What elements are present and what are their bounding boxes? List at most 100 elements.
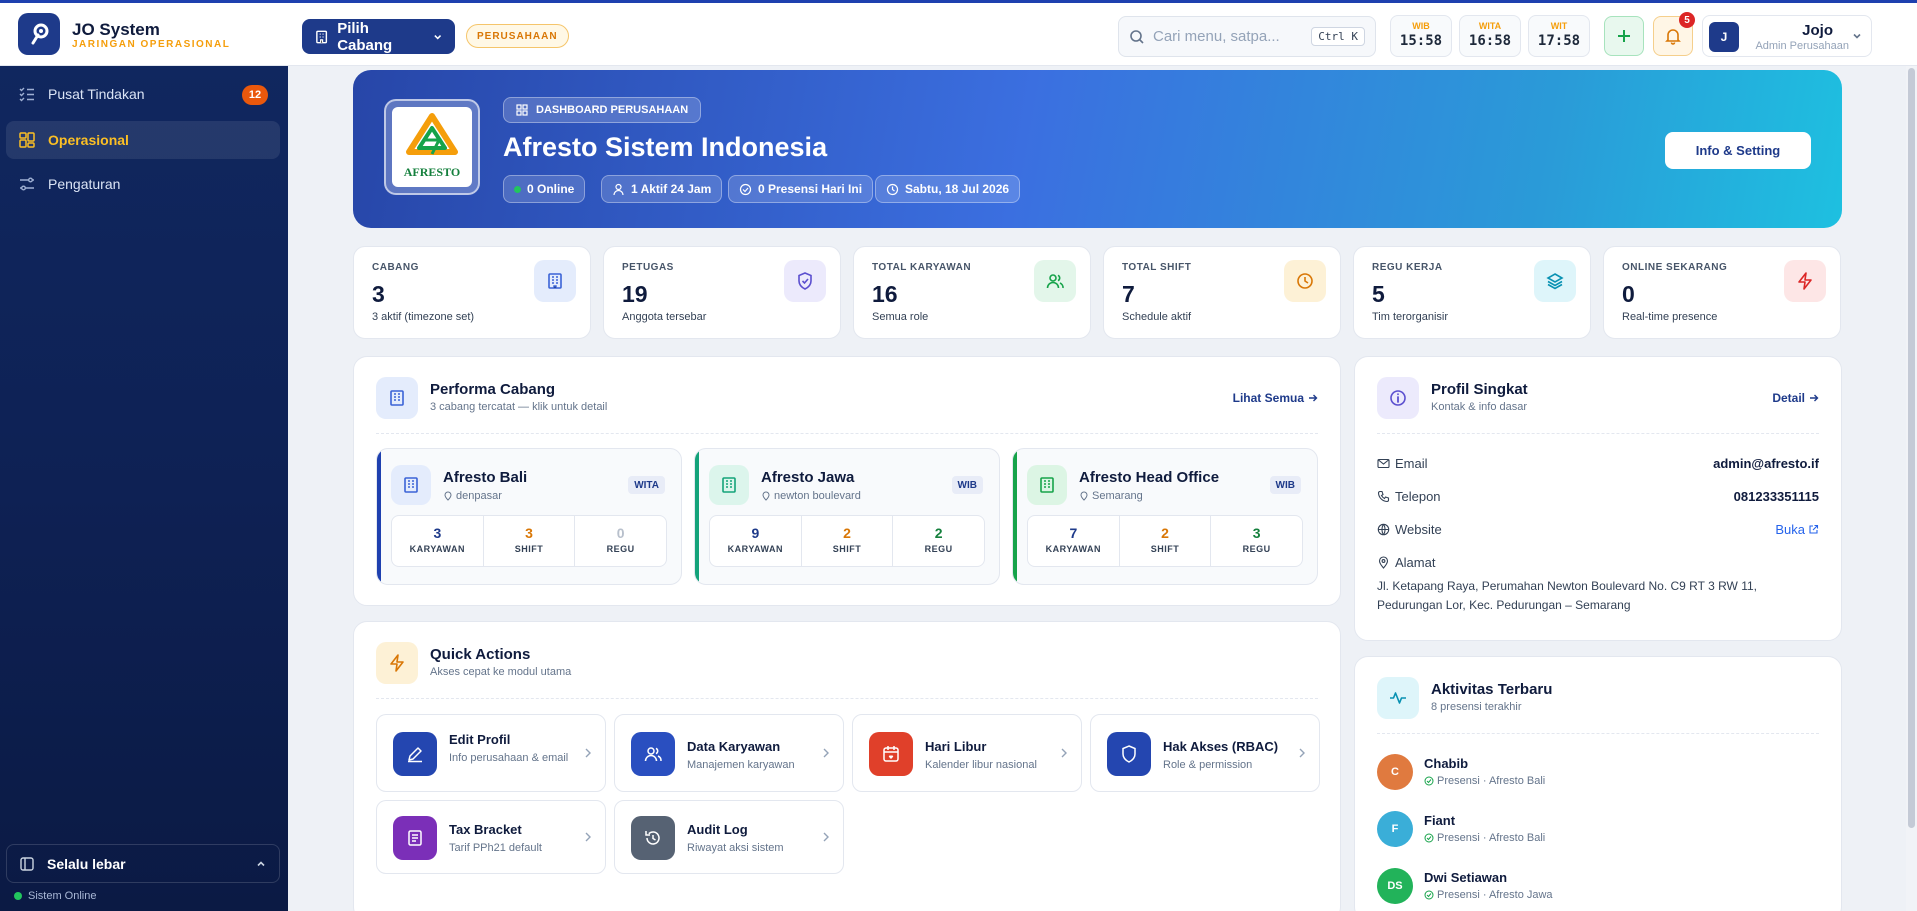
metric-value: 0 (616, 525, 625, 541)
branch-card[interactable]: Afresto Bali denpasar WITA 3 KARYAWAN 3 SH… (376, 448, 682, 585)
search-box[interactable]: Cari menu, satpa... Ctrl K (1118, 16, 1376, 57)
stat-card-shift[interactable]: TOTAL SHIFT 7 Schedule aktif (1103, 246, 1341, 339)
avatar: J (1709, 22, 1739, 52)
quick-action-title: Edit Profil (449, 732, 511, 747)
branch-location-text: newton boulevard (774, 490, 861, 502)
quick-action-data-karyawan[interactable]: Data Karyawan Manajemen karyawan (614, 714, 844, 792)
quick-action-tax-bracket[interactable]: Tax Bracket Tarif PPh21 default (376, 800, 606, 874)
user-menu[interactable]: J Jojo Admin Perusahaan (1702, 15, 1872, 57)
metric-shift: 3 SHIFT (484, 516, 576, 566)
profile-row-email: Email admin@afresto.if (1377, 453, 1819, 473)
sidebar-item-pengaturan[interactable]: Pengaturan (6, 165, 280, 203)
stat-label: PETUGAS (622, 262, 674, 273)
select-branch-button[interactable]: Pilih Cabang (302, 19, 455, 54)
building-icon (1027, 465, 1067, 505)
stat-sub: Anggota tersebar (622, 311, 707, 323)
sidebar-panel-icon (20, 856, 34, 871)
building-icon (709, 465, 749, 505)
activity-item[interactable]: DS Dwi Setiawan Presensi · Afresto Jawa (1377, 866, 1797, 910)
search-icon (1130, 29, 1144, 44)
stat-card-petugas[interactable]: PETUGAS 19 Anggota tersebar (603, 246, 841, 339)
quick-action-edit-profil[interactable]: Edit Profil Info perusahaan & email (376, 714, 606, 792)
activity-item[interactable]: F Fiant Presensi · Afresto Bali (1377, 809, 1797, 853)
stat-sub: Schedule aktif (1122, 311, 1192, 323)
check-circle-icon (1424, 776, 1434, 786)
branch-metrics: 9 KARYAWAN 2 SHIFT 2 REGU (709, 515, 985, 567)
select-branch-label: Pilih Cabang (337, 19, 393, 54)
stat-value: 16 (872, 281, 898, 307)
timezone-badge: WITA (628, 476, 665, 494)
stat-card-cabang[interactable]: CABANG 3 3 aktif (timezone set) (353, 246, 591, 339)
metric-label: KARYAWAN (727, 544, 783, 554)
search-input[interactable]: Cari menu, satpa... (1153, 28, 1280, 45)
dashboard-tag: DASHBOARD PERUSAHAAN (503, 97, 702, 123)
quick-action-hari-libur[interactable]: Hari Libur Kalender libur nasional (852, 714, 1082, 792)
users-icon (1034, 260, 1076, 302)
clock-time: 15:58 (1399, 33, 1443, 49)
metric-shift: 2 SHIFT (802, 516, 894, 566)
website-link[interactable]: Buka (1775, 522, 1819, 537)
quick-action-audit-log[interactable]: Audit Log Riwayat aksi sistem (614, 800, 844, 874)
pencil-icon (393, 732, 437, 776)
metric-label: REGU (606, 544, 635, 554)
phone-icon (1377, 490, 1390, 502)
card-title: Aktivitas Terbaru (1431, 681, 1553, 698)
profile-row-address: Alamat (1377, 552, 1819, 572)
branch-name: Afresto Head Office (1079, 469, 1220, 486)
see-all-link[interactable]: Lihat Semua (1233, 391, 1318, 405)
sidebar-item-operasional[interactable]: Operasional (6, 121, 280, 159)
profile-phone: 081233351115 (1733, 488, 1819, 504)
metric-label: KARYAWAN (409, 544, 465, 554)
branch-accent (695, 449, 699, 584)
metric-value: 3 (525, 525, 533, 541)
stat-card-karyawan[interactable]: TOTAL KARYAWAN 16 Semua role (853, 246, 1091, 339)
activity-item[interactable]: C Chabib Presensi · Afresto Bali (1377, 752, 1797, 796)
company-name: Afresto Sistem Indonesia (503, 132, 828, 162)
sidebar-item-label: Pusat Tindakan (48, 86, 145, 102)
stat-value: 7 (1122, 281, 1135, 307)
quick-action-hak-akses[interactable]: Hak Akses (RBAC) Role & permission (1090, 714, 1320, 792)
stat-sub: Semua role (872, 311, 929, 323)
stat-label: REGU KERJA (1372, 262, 1443, 273)
card-subtitle: 3 cabang tercatat — klik untuk detail (430, 401, 608, 413)
stat-value: 19 (622, 281, 648, 307)
branch-card[interactable]: Afresto Jawa newton boulevard WIB 9 KARYA… (694, 448, 1000, 585)
add-button[interactable] (1604, 16, 1644, 56)
page-scrollbar[interactable] (1906, 66, 1917, 911)
quick-action-sub: Tarif PPh21 default (449, 842, 542, 854)
metric-label: SHIFT (514, 544, 544, 554)
system-status-text: Sistem Online (28, 890, 97, 902)
company-hero: AFRESTO DASHBOARD PERUSAHAAN Afresto Sis… (353, 70, 1842, 228)
activity-name: Dwi Setiawan (1424, 870, 1508, 885)
check-circle-icon (739, 183, 752, 195)
activity-name: Fiant (1424, 813, 1456, 828)
profile-detail-link[interactable]: Detail (1772, 391, 1819, 405)
app-logo[interactable] (18, 13, 60, 55)
sidebar-width-toggle[interactable]: Selalu lebar (6, 844, 280, 883)
branch-card[interactable]: Afresto Head Office Semarang WIB 7 KARYAW… (1012, 448, 1318, 585)
attendance-pill: 0 Presensi Hari Ini (728, 175, 874, 203)
metric-label: REGU (924, 544, 953, 554)
quick-action-sub: Info perusahaan & email (449, 752, 569, 764)
afresto-logo: AFRESTO (404, 113, 460, 179)
date-pill: Sabtu, 18 Jul 2026 (875, 175, 1021, 203)
stat-value: 3 (372, 281, 385, 307)
sidebar-item-label: Operasional (48, 132, 129, 148)
dashboard-tag-label: DASHBOARD PERUSAHAAN (536, 104, 689, 116)
stat-card-online[interactable]: ONLINE SEKARANG 0 Real-time presence (1603, 246, 1841, 339)
activity-desc: Presensi · Afresto Bali (1424, 832, 1545, 844)
pill-label: Sabtu, 18 Jul 2026 (905, 182, 1010, 196)
activity-desc-text: Presensi · Afresto Bali (1437, 832, 1546, 844)
scrollbar-thumb[interactable] (1908, 68, 1915, 828)
metric-label: KARYAWAN (1045, 544, 1101, 554)
quick-action-sub: Kalender libur nasional (925, 759, 1037, 771)
info-setting-button[interactable]: Info & Setting (1665, 132, 1811, 169)
check-circle-icon (1424, 890, 1434, 900)
stat-card-regu[interactable]: REGU KERJA 5 Tim terorganisir (1353, 246, 1591, 339)
app-tagline: JARINGAN OPERASIONAL (72, 39, 231, 50)
metric-value: 9 (751, 525, 760, 541)
pill-label: 0 Online (527, 182, 575, 196)
brand: JO System JARINGAN OPERASIONAL (72, 21, 230, 51)
top-bar: JO System JARINGAN OPERASIONAL Pilih Cab… (0, 0, 1917, 66)
sidebar-item-pusat-tindakan[interactable]: Pusat Tindakan 12 (6, 75, 280, 113)
